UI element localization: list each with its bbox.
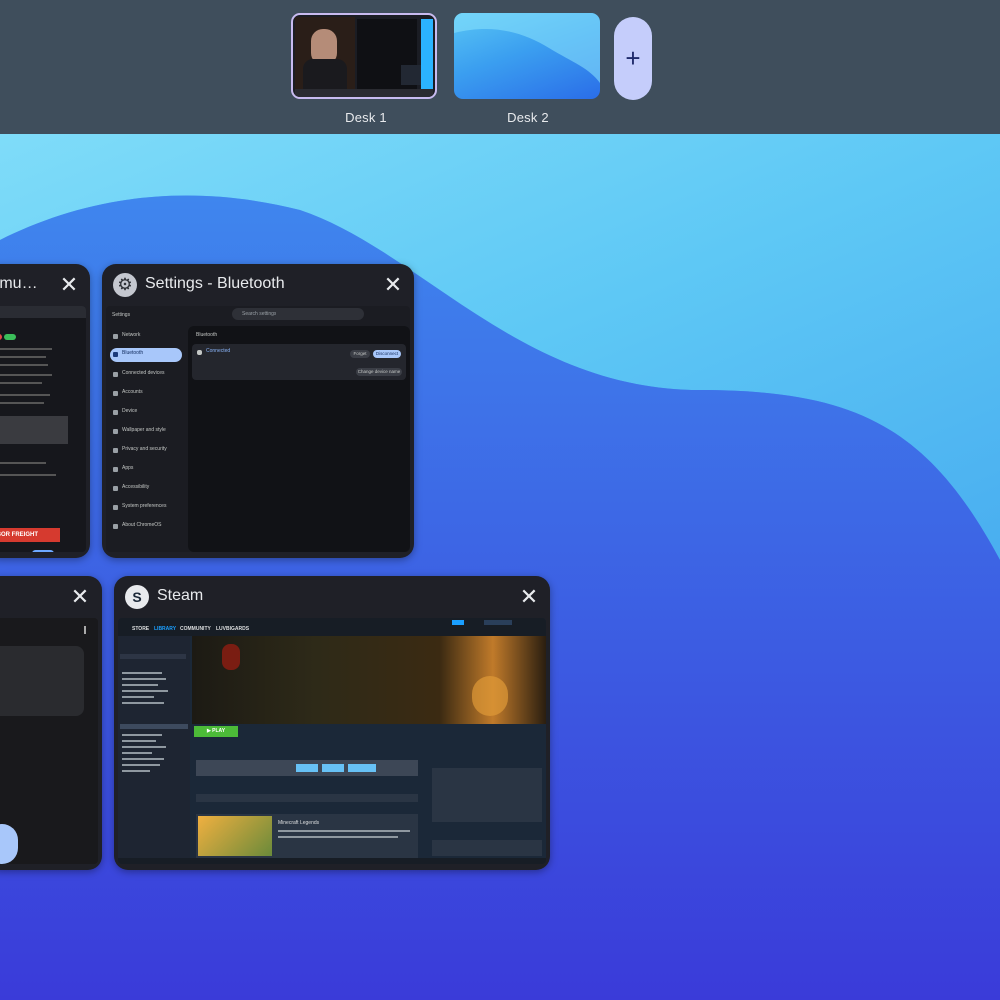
window-preview[interactable]: STORE LIBRARY COMMUNITY LUVBIGARDS ▶ PLA… (118, 618, 546, 864)
window-preview[interactable] (0, 618, 98, 864)
window-title: a mu… (0, 275, 38, 292)
window-settings-bluetooth[interactable]: ⚙ Settings - Bluetooth ✕ Settings Search… (102, 264, 414, 558)
search-input[interactable]: Search settings (232, 308, 364, 320)
sidebar-item-apps[interactable]: Apps (110, 463, 182, 477)
review-box (196, 760, 418, 776)
game-hero-image (192, 636, 546, 724)
card (0, 646, 84, 716)
desk-1-preview[interactable] (291, 13, 437, 99)
window-header: a mu… ✕ (0, 264, 90, 306)
close-icon[interactable]: ✕ (381, 273, 405, 297)
more-options-icon (84, 626, 86, 634)
window-header: S Steam ✕ (114, 576, 550, 618)
news-title: Minecraft Legends (278, 820, 320, 826)
add-desk-button[interactable]: + (614, 17, 652, 100)
window-app[interactable]: ✕ (0, 576, 102, 870)
change-device-name-button[interactable]: Change device name (356, 368, 402, 376)
window-title: Settings - Bluetooth (145, 275, 285, 292)
settings-heading: Settings (112, 312, 131, 318)
close-icon[interactable]: ✕ (68, 585, 92, 609)
desk-2-preview[interactable] (454, 13, 600, 99)
sidebar-item-device[interactable]: Device (110, 406, 182, 420)
news-card: Minecraft Legends (196, 814, 418, 858)
nav-library[interactable]: LIBRARY (154, 626, 176, 632)
window-preview[interactable]: Settings Search settings Network Bluetoo… (106, 306, 410, 552)
window-header: ⚙ Settings - Bluetooth ✕ (102, 264, 414, 306)
desk-2[interactable]: Desk 2 (453, 13, 603, 125)
play-bar: ▶ PLAY (192, 724, 546, 740)
play-button[interactable]: ▶ PLAY (194, 726, 238, 737)
desk-1-label: Desk 1 (345, 110, 387, 125)
sidebar-item-accounts[interactable]: Accounts (110, 387, 182, 401)
sidebar-item-accessibility[interactable]: Accessibility (110, 482, 182, 496)
window-preview[interactable]: ARBOR FREIGHT (0, 306, 86, 552)
sidebar-item-privacy[interactable]: Privacy and security (110, 444, 182, 458)
headphones-icon (197, 350, 202, 355)
sidebar-item-about[interactable]: About ChromeOS (110, 520, 182, 534)
library-sidebar (118, 636, 190, 858)
nav-community[interactable]: COMMUNITY (180, 626, 211, 632)
fab-button[interactable] (0, 824, 18, 864)
device-status: Connected (206, 348, 231, 354)
friends-panel (432, 768, 542, 822)
disconnect-button[interactable]: Disconnect (373, 350, 401, 358)
gear-icon: ⚙ (113, 273, 137, 297)
bluetooth-page: Bluetooth Connected Forget Disconnect Ch… (188, 326, 410, 552)
steam-icon: S (125, 585, 149, 609)
window-header: ✕ (0, 576, 102, 618)
steam-topbar: STORE LIBRARY COMMUNITY LUVBIGARDS (118, 618, 546, 636)
nav-profile[interactable]: LUVBIGARDS (216, 626, 249, 632)
device-card: Connected Forget Disconnect Change devic… (192, 344, 406, 380)
search-placeholder: Search settings (242, 311, 277, 317)
sidebar-item-connected-devices[interactable]: Connected devices (110, 368, 182, 382)
sidebar-item-system-preferences[interactable]: System preferences (110, 501, 182, 515)
sidebar-item-wallpaper[interactable]: Wallpaper and style (110, 425, 182, 439)
window-title: Steam (157, 587, 204, 604)
desk-1[interactable]: Desk 1 (291, 13, 441, 125)
desk-2-label: Desk 2 (507, 110, 549, 125)
sidebar-item-bluetooth[interactable]: Bluetooth (110, 348, 182, 362)
page-title: Bluetooth (196, 332, 218, 338)
close-icon[interactable]: ✕ (57, 273, 81, 297)
nav-store[interactable]: STORE (132, 626, 149, 632)
window-chrome[interactable]: a mu… ✕ ARBOR FREIGHT (0, 264, 90, 558)
sidebar-item-network[interactable]: Network (110, 330, 182, 344)
close-icon[interactable]: ✕ (517, 585, 541, 609)
ad-banner: ARBOR FREIGHT (0, 528, 60, 542)
desk-bar: Desk 1 Desk 2 + (0, 0, 1000, 134)
forget-button[interactable]: Forget (350, 350, 370, 358)
window-steam[interactable]: S Steam ✕ STORE LIBRARY COMMUNITY LUVBIG… (114, 576, 550, 870)
